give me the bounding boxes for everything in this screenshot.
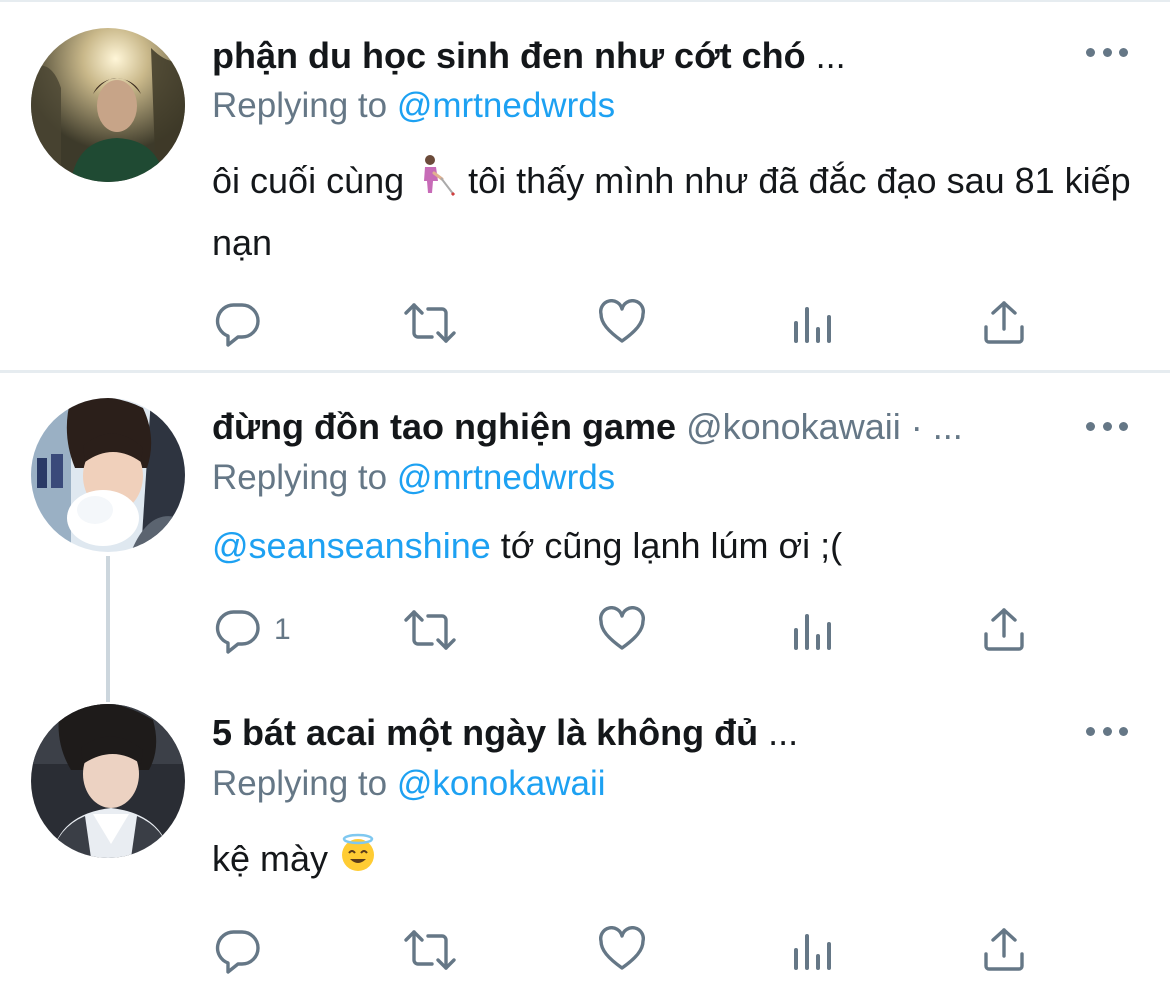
replying-label: Replying to	[212, 458, 397, 497]
tweet[interactable]: 5 bát acai một ngày là không đủ... Reply…	[0, 693, 1170, 996]
replying-to: Replying to @konokawaii	[212, 762, 606, 806]
analytics-button[interactable]	[792, 925, 836, 975]
reply-count: 1	[274, 613, 291, 646]
person-with-white-cane-emoji	[414, 153, 458, 214]
reply-button[interactable]	[214, 298, 274, 348]
avatar[interactable]	[31, 28, 185, 182]
tweet-actions: 1	[0, 605, 1170, 655]
more-icon[interactable]	[1086, 721, 1128, 741]
tweet-text: ôi cuối cùng tôi thấy mình như đã đắc đạ…	[212, 152, 1152, 272]
reply-icon	[215, 930, 260, 974]
tweet-text: @seanseanshine tớ cũng lạnh lúm ơi ;(	[212, 517, 1152, 575]
replying-label: Replying to	[212, 764, 397, 803]
share-button[interactable]	[982, 925, 1026, 975]
share-icon	[984, 928, 1024, 971]
retweet-button[interactable]	[402, 605, 458, 655]
truncation-ellipsis: ...	[815, 35, 846, 76]
replying-mention-link[interactable]: @mrtnedwrds	[397, 86, 615, 125]
replying-mention-link[interactable]: @mrtnedwrds	[397, 458, 615, 497]
more-icon[interactable]	[1086, 416, 1128, 436]
display-name[interactable]: 5 bát acai một ngày là không đủ	[212, 712, 758, 753]
tweet-text-part: kệ mày	[212, 838, 339, 879]
retweet-button[interactable]	[402, 298, 458, 348]
display-name[interactable]: phận du học sinh đen như cớt chó	[212, 35, 806, 76]
replying-to: Replying to @mrtnedwrds	[212, 456, 615, 500]
smiling-face-with-halo-emoji	[338, 832, 378, 890]
tweet-actions	[0, 925, 1170, 975]
share-icon	[984, 301, 1024, 344]
retweet-icon	[404, 303, 456, 343]
tweet-header: 5 bát acai một ngày là không đủ...	[212, 709, 1082, 757]
retweet-button[interactable]	[402, 925, 458, 975]
mention-link[interactable]: @seanseanshine	[212, 525, 491, 566]
heart-icon	[599, 926, 645, 970]
avatar[interactable]	[31, 398, 185, 552]
tweet-text: kệ mày	[212, 830, 1152, 890]
tweet-actions	[0, 298, 1170, 348]
avatar[interactable]	[31, 704, 185, 858]
tweet-text-part: tớ cũng lạnh lúm ơi ;(	[490, 525, 843, 566]
retweet-icon	[404, 930, 456, 970]
replying-label: Replying to	[212, 86, 397, 125]
replying-mention-link[interactable]: @konokawaii	[397, 764, 606, 803]
tweet-header: phận du học sinh đen như cớt chó...	[212, 32, 1082, 80]
like-button[interactable]	[598, 298, 646, 348]
more-icon[interactable]	[1086, 42, 1128, 62]
like-button[interactable]	[598, 605, 646, 655]
reply-icon	[215, 303, 260, 347]
heart-icon	[599, 299, 645, 343]
tweet[interactable]: đừng đồn tao nghiện game @konokawaii · .…	[0, 373, 1170, 693]
reply-button[interactable]	[214, 925, 274, 975]
share-icon	[984, 608, 1024, 651]
share-button[interactable]	[982, 605, 1026, 655]
analytics-icon	[794, 934, 831, 970]
handle-and-time[interactable]: @konokawaii · ...	[686, 406, 963, 447]
reply-button[interactable]: 1	[214, 605, 291, 655]
heart-icon	[599, 606, 645, 650]
display-name[interactable]: đừng đồn tao nghiện game	[212, 406, 676, 447]
like-button[interactable]	[598, 925, 646, 975]
truncation-ellipsis: ...	[768, 712, 799, 753]
share-button[interactable]	[982, 298, 1026, 348]
tweet-text-part: ôi cuối cùng	[212, 160, 405, 201]
replying-to: Replying to @mrtnedwrds	[212, 84, 615, 128]
reply-icon	[215, 610, 260, 654]
analytics-button[interactable]	[792, 298, 836, 348]
tweet[interactable]: phận du học sinh đen như cớt chó... Repl…	[0, 0, 1170, 370]
analytics-icon	[794, 614, 831, 650]
analytics-icon	[794, 307, 831, 343]
retweet-icon	[404, 610, 456, 650]
tweet-header: đừng đồn tao nghiện game @konokawaii · .…	[212, 403, 1082, 451]
analytics-button[interactable]	[792, 605, 836, 655]
